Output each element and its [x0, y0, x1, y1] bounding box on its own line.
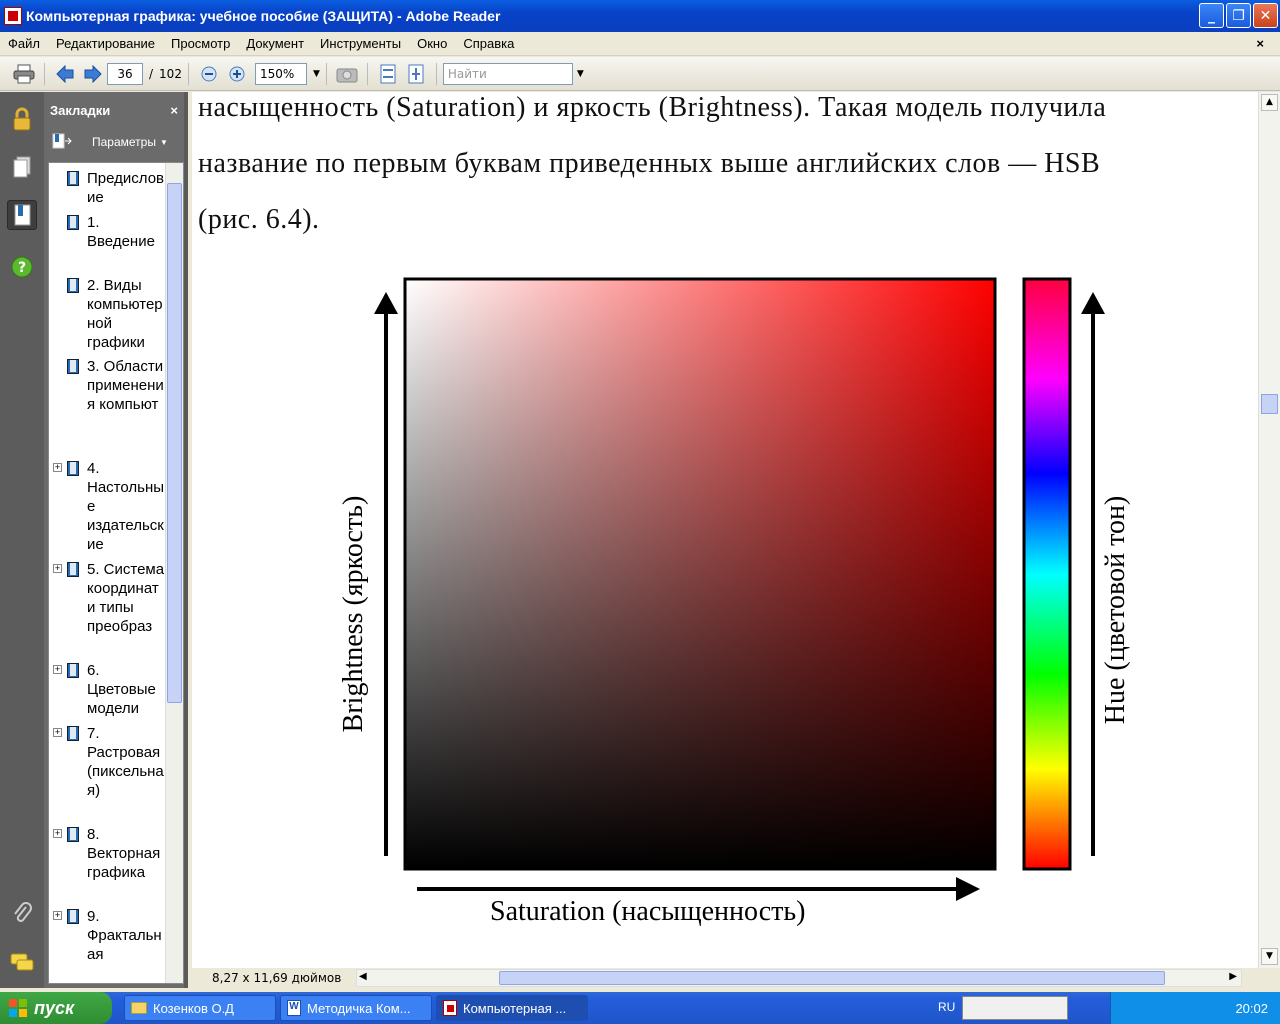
- document-view: насыщенность (Saturation) и яркость (Bri…: [192, 92, 1258, 968]
- expand-icon[interactable]: +: [53, 564, 62, 573]
- zoom-dropdown-icon[interactable]: ▼: [313, 69, 320, 79]
- maximize-button[interactable]: ❐: [1226, 3, 1251, 28]
- task-word[interactable]: W Методичка Ком...: [280, 995, 432, 1021]
- close-button[interactable]: ✕: [1253, 3, 1278, 28]
- bookmark-icon: [67, 359, 79, 374]
- menu-view[interactable]: Просмотр: [163, 36, 238, 51]
- bookmark-icon: [67, 171, 79, 186]
- bookmark-icon: [67, 663, 79, 678]
- expand-icon[interactable]: +: [53, 665, 62, 674]
- clock[interactable]: 20:02: [1235, 1001, 1268, 1016]
- page-separator: /: [149, 66, 154, 81]
- bookmark-options-icon[interactable]: [52, 133, 72, 152]
- next-page-icon[interactable]: [81, 62, 105, 86]
- windows-logo-icon: [9, 999, 27, 1017]
- hue-label: Hue (цветовой тон): [1100, 495, 1131, 725]
- scroll-up-icon[interactable]: ▲: [1261, 94, 1278, 111]
- expand-icon[interactable]: +: [53, 463, 62, 472]
- status-bar: 8,27 x 11,69 дюймов ◀ ▶: [192, 968, 1280, 988]
- navigation-rail: ?: [0, 92, 44, 988]
- scroll-thumb[interactable]: [1261, 394, 1278, 414]
- close-document-icon[interactable]: ×: [1248, 36, 1272, 51]
- bookmark-icon: [67, 726, 79, 741]
- task-label: Козенков О.Д: [153, 1000, 234, 1016]
- zoom-in-icon[interactable]: [225, 62, 249, 86]
- horizontal-scrollbar[interactable]: ◀ ▶: [356, 969, 1242, 987]
- snapshot-icon[interactable]: [335, 62, 359, 86]
- minimize-button[interactable]: _: [1199, 3, 1224, 28]
- svg-text:?: ?: [18, 260, 26, 276]
- toolbar: 36 / 102 150% ▼ Найти ▼: [0, 57, 1280, 91]
- bookmark-icon: [67, 827, 79, 842]
- bookmark-list: Предисловие 1. Введение 2. Виды компьюте…: [48, 162, 184, 984]
- menu-file[interactable]: Файл: [0, 36, 48, 51]
- page-size-label: 8,27 x 11,69 дюймов: [212, 971, 342, 985]
- bookmark-icon: [67, 215, 79, 230]
- previous-page-icon[interactable]: [53, 62, 77, 86]
- menu-edit[interactable]: Редактирование: [48, 36, 163, 51]
- language-indicator[interactable]: RU: [938, 1000, 955, 1014]
- attachments-icon[interactable]: [7, 898, 37, 928]
- menu-help[interactable]: Справка: [455, 36, 522, 51]
- fit-page-icon[interactable]: [376, 62, 400, 86]
- scroll-right-icon[interactable]: ▶: [1229, 971, 1237, 982]
- word-icon: W: [287, 1000, 301, 1016]
- window-title: Компьютерная графика: учебное пособие (З…: [26, 8, 501, 24]
- system-tray: 20:02: [1110, 992, 1280, 1024]
- page-total: 102: [159, 66, 182, 81]
- scroll-down-icon[interactable]: ▼: [1261, 948, 1278, 965]
- help-icon[interactable]: ?: [7, 252, 37, 282]
- page-number-input[interactable]: 36: [107, 62, 143, 85]
- hue-bar: [1022, 277, 1072, 871]
- options-dropdown-icon[interactable]: ▼: [160, 138, 168, 147]
- pages-icon[interactable]: [7, 152, 37, 182]
- menu-window[interactable]: Окно: [409, 36, 455, 51]
- scroll-left-icon[interactable]: ◀: [359, 971, 367, 982]
- bookmarks-icon[interactable]: [7, 200, 37, 230]
- horizontal-scroll-thumb[interactable]: [499, 971, 1165, 985]
- expand-icon[interactable]: +: [53, 829, 62, 838]
- menu-tools[interactable]: Инструменты: [312, 36, 409, 51]
- document-vertical-scrollbar[interactable]: ▲ ▼: [1258, 92, 1280, 968]
- brightness-label: Brightness (яркость): [338, 495, 369, 733]
- adobe-reader-icon: [4, 7, 22, 25]
- taskbar: пуск Козенков О.Д W Методичка Ком... Ком…: [0, 992, 1280, 1024]
- bookmarks-title: Закладки: [50, 102, 111, 118]
- nero-search-box[interactable]: [962, 996, 1068, 1020]
- brightness-arrow: [374, 292, 398, 856]
- expand-icon[interactable]: +: [53, 728, 62, 737]
- comments-icon[interactable]: [7, 948, 37, 978]
- task-label: Методичка Ком...: [307, 1000, 411, 1016]
- find-input[interactable]: Найти: [442, 62, 573, 85]
- print-icon[interactable]: [12, 62, 36, 86]
- bookmark-icon: [67, 278, 79, 293]
- task-label: Компьютерная ...: [463, 1000, 567, 1016]
- task-adobe-reader[interactable]: Компьютерная ...: [436, 995, 588, 1021]
- start-button[interactable]: пуск: [0, 992, 112, 1024]
- bookmark-scrollbar[interactable]: [165, 163, 183, 983]
- folder-icon: [131, 1002, 147, 1014]
- menu-document[interactable]: Документ: [238, 36, 312, 51]
- bookmark-icon: [67, 562, 79, 577]
- start-label: пуск: [34, 997, 75, 1018]
- title-bar: Компьютерная графика: учебное пособие (З…: [0, 0, 1280, 32]
- bookmarks-panel: Закладки × Параметры ▼ Предисловие 1. Вв…: [44, 92, 188, 988]
- bookmark-icon: [67, 461, 79, 476]
- close-panel-icon[interactable]: ×: [170, 103, 178, 118]
- task-folder[interactable]: Козенков О.Д: [124, 995, 276, 1021]
- pdf-icon: [443, 1000, 457, 1016]
- zoom-out-icon[interactable]: [197, 62, 221, 86]
- saturation-label: Saturation (насыщенность): [490, 896, 806, 927]
- fit-width-icon[interactable]: [404, 62, 428, 86]
- bookmark-icon: [67, 909, 79, 924]
- security-lock-icon[interactable]: [7, 104, 37, 134]
- expand-icon[interactable]: +: [53, 911, 62, 920]
- saturation-brightness-square: [403, 277, 997, 871]
- bookmark-options-button[interactable]: Параметры: [92, 135, 156, 149]
- bookmark-scroll-thumb[interactable]: [167, 183, 182, 703]
- menu-bar: Файл Редактирование Просмотр Документ Ин…: [0, 32, 1280, 56]
- find-dropdown-icon[interactable]: ▼: [577, 69, 584, 79]
- zoom-level-input[interactable]: 150%: [254, 62, 307, 85]
